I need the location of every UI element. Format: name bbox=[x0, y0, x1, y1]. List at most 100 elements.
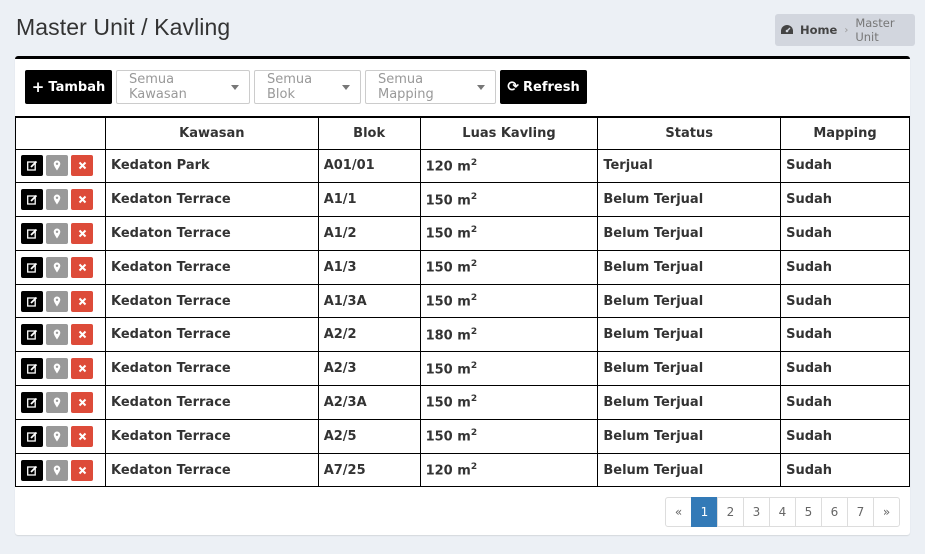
cell-status: Belum Terjual bbox=[597, 317, 782, 353]
page-title: Master Unit / Kavling bbox=[16, 14, 231, 40]
column-header-mapping[interactable]: Mapping bbox=[780, 116, 910, 150]
map-button[interactable] bbox=[46, 391, 68, 413]
edit-button[interactable] bbox=[21, 256, 43, 278]
edit-icon bbox=[26, 262, 38, 273]
kawasan-filter-select[interactable]: Semua Kawasan bbox=[116, 70, 250, 104]
map-marker-icon bbox=[53, 465, 61, 476]
pagination-page-3[interactable]: 3 bbox=[743, 497, 770, 527]
row-actions bbox=[15, 452, 106, 488]
close-icon bbox=[78, 161, 87, 170]
map-button[interactable] bbox=[46, 256, 68, 278]
delete-button[interactable] bbox=[71, 391, 93, 413]
map-marker-icon bbox=[53, 397, 61, 408]
cell-luas-value: 150 m bbox=[425, 361, 471, 377]
pagination: «1 2 3 4 5 6 7» bbox=[665, 497, 900, 527]
area-unit-superscript: 2 bbox=[470, 326, 478, 337]
pagination-page-7[interactable]: 7 bbox=[847, 497, 874, 527]
table-row: Kedaton Park A01/01 120 m2 Terjual Sudah bbox=[15, 148, 910, 184]
cell-kawasan: Kedaton Terrace bbox=[104, 452, 319, 488]
breadcrumb: Home › Master Unit bbox=[775, 14, 915, 46]
cell-luas: 150 m2 bbox=[419, 351, 599, 387]
toolbar: + Tambah Semua Kawasan Semua Blok Semua … bbox=[25, 70, 587, 104]
cell-kawasan: Kedaton Park bbox=[104, 148, 319, 184]
delete-button[interactable] bbox=[71, 256, 93, 278]
edit-button[interactable] bbox=[21, 222, 43, 244]
table-row: Kedaton Terrace A7/25 120 m2 Belum Terjual S… bbox=[15, 452, 910, 488]
pagination-page-2[interactable]: 2 bbox=[717, 497, 744, 527]
refresh-button[interactable]: ⟳ Refresh bbox=[500, 70, 587, 104]
row-actions bbox=[15, 317, 106, 353]
pagination-page-4[interactable]: 4 bbox=[769, 497, 796, 527]
cell-kawasan: Kedaton Terrace bbox=[104, 283, 319, 319]
delete-button[interactable] bbox=[71, 358, 93, 380]
cell-blok: A2/2 bbox=[317, 317, 421, 353]
map-button[interactable] bbox=[46, 222, 68, 244]
map-button[interactable] bbox=[46, 459, 68, 481]
delete-button[interactable] bbox=[71, 324, 93, 346]
edit-button[interactable] bbox=[21, 189, 43, 211]
cell-status: Belum Terjual bbox=[597, 418, 782, 454]
close-icon bbox=[78, 432, 87, 441]
column-header-kawasan[interactable]: Kawasan bbox=[104, 116, 319, 150]
column-header-actions bbox=[15, 116, 106, 150]
edit-button[interactable] bbox=[21, 459, 43, 481]
column-header-status[interactable]: Status bbox=[597, 116, 782, 150]
delete-button[interactable] bbox=[71, 155, 93, 177]
edit-button[interactable] bbox=[21, 358, 43, 380]
map-button[interactable] bbox=[46, 155, 68, 177]
cell-luas-value: 150 m bbox=[425, 395, 471, 411]
cell-status: Belum Terjual bbox=[597, 249, 782, 285]
area-unit-superscript: 2 bbox=[470, 428, 478, 439]
kawasan-filter-value: Semua Kawasan bbox=[129, 72, 187, 102]
close-icon bbox=[78, 297, 87, 306]
map-marker-icon bbox=[53, 160, 61, 171]
area-unit-superscript: 2 bbox=[470, 394, 478, 405]
edit-button[interactable] bbox=[21, 155, 43, 177]
add-button[interactable]: + Tambah bbox=[25, 70, 112, 104]
pagination-prev[interactable]: « bbox=[665, 497, 692, 527]
delete-button[interactable] bbox=[71, 189, 93, 211]
map-button[interactable] bbox=[46, 324, 68, 346]
close-icon bbox=[78, 229, 87, 238]
map-marker-icon bbox=[53, 296, 61, 307]
map-button[interactable] bbox=[46, 358, 68, 380]
chevron-down-icon bbox=[477, 84, 485, 90]
edit-button[interactable] bbox=[21, 425, 43, 447]
cell-kawasan: Kedaton Terrace bbox=[104, 418, 319, 454]
area-unit-superscript: 2 bbox=[470, 259, 478, 270]
mapping-filter-select[interactable]: Semua Mapping bbox=[365, 70, 496, 104]
cell-kawasan: Kedaton Terrace bbox=[104, 317, 319, 353]
cell-status: Belum Terjual bbox=[597, 452, 782, 488]
cell-blok: A01/01 bbox=[317, 148, 421, 184]
row-actions bbox=[15, 148, 106, 184]
edit-button[interactable] bbox=[21, 391, 43, 413]
edit-button[interactable] bbox=[21, 324, 43, 346]
pagination-page-5[interactable]: 5 bbox=[795, 497, 822, 527]
delete-button[interactable] bbox=[71, 459, 93, 481]
map-button[interactable] bbox=[46, 189, 68, 211]
delete-button[interactable] bbox=[71, 222, 93, 244]
delete-button[interactable] bbox=[71, 290, 93, 312]
map-button[interactable] bbox=[46, 290, 68, 312]
cell-luas: 150 m2 bbox=[419, 182, 599, 218]
column-header-blok[interactable]: Blok bbox=[317, 116, 421, 150]
cell-mapping: Sudah bbox=[780, 148, 910, 184]
table-row: Kedaton Terrace A1/3 150 m2 Belum Terjual Su… bbox=[15, 249, 910, 285]
cell-kawasan: Kedaton Terrace bbox=[104, 385, 319, 420]
row-actions bbox=[15, 418, 106, 454]
blok-filter-select[interactable]: Semua Blok bbox=[254, 70, 361, 104]
cell-mapping: Sudah bbox=[780, 351, 910, 387]
map-button[interactable] bbox=[46, 425, 68, 447]
edit-button[interactable] bbox=[21, 290, 43, 312]
cell-status: Belum Terjual bbox=[597, 351, 782, 387]
pagination-page-1[interactable]: 1 bbox=[691, 497, 718, 527]
edit-icon bbox=[26, 296, 38, 307]
pagination-page-6[interactable]: 6 bbox=[821, 497, 848, 527]
cell-mapping: Sudah bbox=[780, 418, 910, 454]
map-marker-icon bbox=[53, 329, 61, 340]
pagination-next[interactable]: » bbox=[873, 497, 900, 527]
breadcrumb-home-link[interactable]: Home bbox=[800, 23, 837, 37]
delete-button[interactable] bbox=[71, 425, 93, 447]
cell-luas-value: 120 m bbox=[425, 159, 471, 175]
column-header-luas[interactable]: Luas Kavling bbox=[419, 116, 599, 150]
